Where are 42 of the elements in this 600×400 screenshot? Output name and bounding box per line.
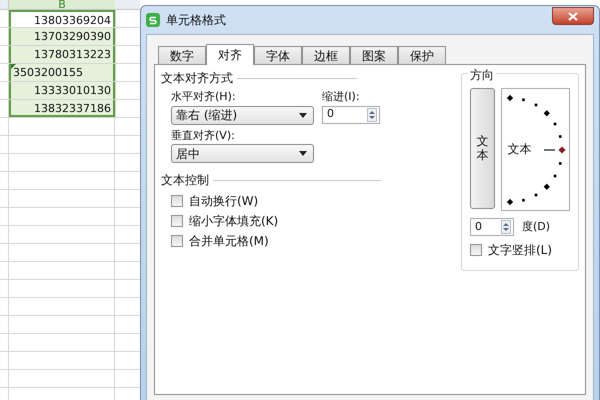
spin-field[interactable]: 0 <box>470 218 514 236</box>
orientation-dial[interactable]: 文本 <box>500 88 570 211</box>
caret-icon <box>299 151 307 156</box>
spinner-arrows-icon <box>501 220 511 234</box>
tab[interactable]: 字体 <box>254 46 302 64</box>
error-triangle-icon <box>11 64 16 69</box>
dropdown[interactable]: 靠右 (缩进) <box>171 106 314 124</box>
dial-text: 文本 <box>508 141 532 157</box>
table-cell: 13703290390 <box>9 28 115 45</box>
field-label: 水平对齐(H): <box>171 89 237 105</box>
checkbox[interactable] <box>171 215 183 227</box>
checkbox-label: 缩小字体填充(K) <box>189 213 278 230</box>
tab[interactable]: 边框 <box>302 46 350 64</box>
spin-field[interactable]: 0 <box>322 106 380 124</box>
close-icon <box>568 12 578 20</box>
field-label: 垂直对齐(V): <box>171 128 236 144</box>
checkbox[interactable] <box>171 195 183 207</box>
table-cell: 13803369204 <box>9 10 115 27</box>
app-logo-icon <box>146 13 160 27</box>
tab[interactable]: 对齐 <box>206 44 254 65</box>
checkbox-label: 合并单元格(M) <box>189 233 269 250</box>
group-heading: 文本控制 <box>161 172 209 189</box>
checkbox-label: 文字竖排(L) <box>488 242 552 259</box>
table-cell: 13832337186 <box>9 100 115 117</box>
checkbox[interactable] <box>171 235 183 247</box>
caret-icon <box>299 112 307 118</box>
checkbox-label: 自动换行(W) <box>189 193 258 210</box>
spinner-arrows-icon <box>367 108 377 122</box>
tab[interactable]: 保护 <box>398 46 446 64</box>
table-cell: 3503200155 <box>9 64 115 81</box>
close-button[interactable] <box>552 7 594 25</box>
window-title: 单元格格式 <box>166 12 226 29</box>
tab[interactable]: 数字 <box>158 46 206 64</box>
table-cell: 13333010130 <box>9 82 115 99</box>
table-cell: 13780313223 <box>9 46 115 63</box>
tab[interactable]: 图案 <box>350 46 398 64</box>
vertical-text-button[interactable]: 文本 <box>470 88 494 209</box>
dropdown[interactable]: 居中 <box>171 144 314 163</box>
field-label: 度(D) <box>522 218 550 235</box>
group-heading: 文本对齐方式 <box>161 70 233 87</box>
field-label: 缩进(I): <box>322 89 361 105</box>
checkbox[interactable] <box>470 244 482 256</box>
